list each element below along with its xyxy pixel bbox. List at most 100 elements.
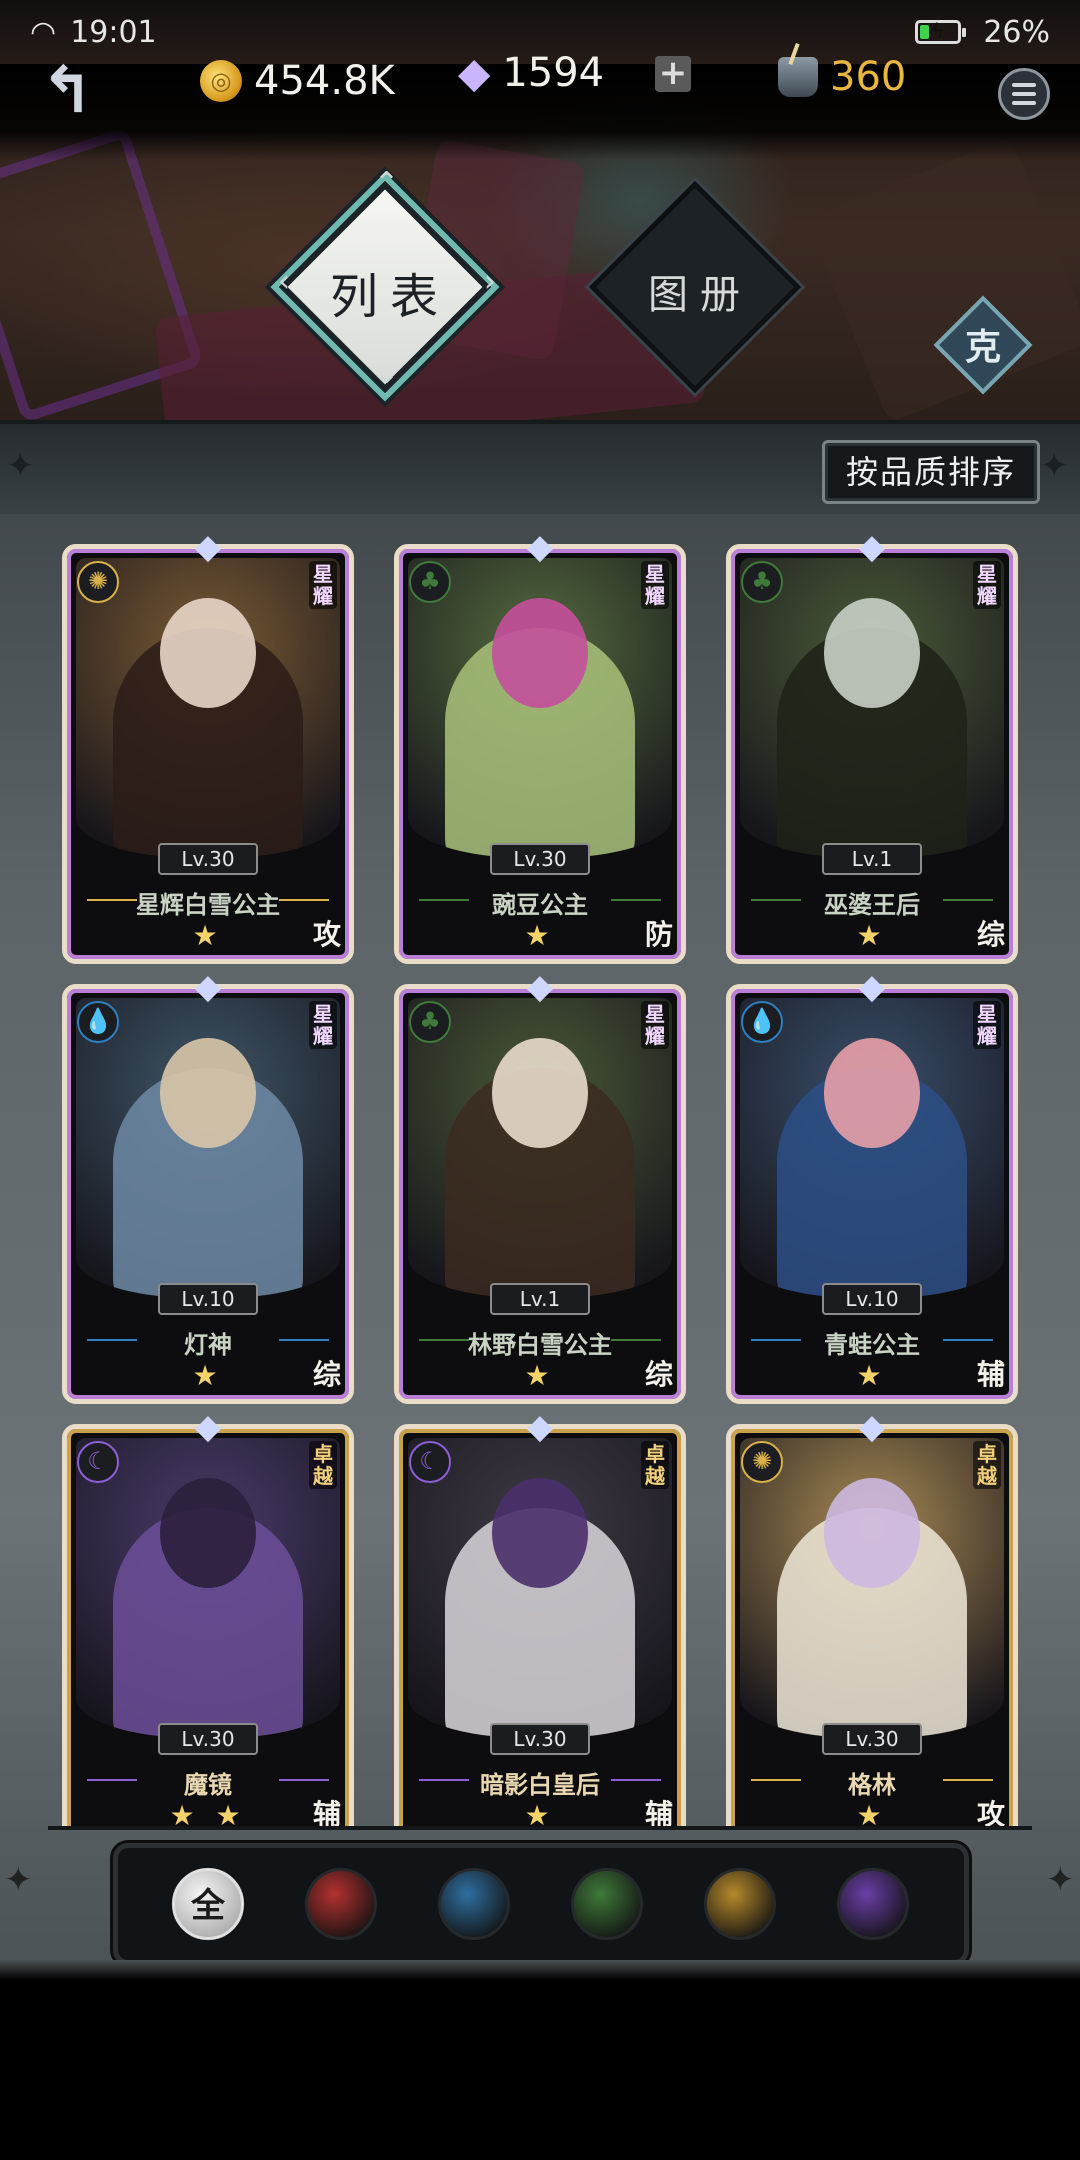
level-label: Lv.30 [158, 843, 258, 875]
character-head [824, 598, 920, 708]
star-rating: ★ [524, 1359, 556, 1392]
character-card[interactable]: ◆ ♣ 星耀 Lv.1 林野白雪公主 ★ 综 [394, 967, 686, 1404]
ink-bottle-icon [778, 57, 818, 97]
role-badge: 辅 [312, 1798, 341, 1828]
dark-element-icon: ☾ [77, 1441, 119, 1483]
nature-element-icon: ♣ [409, 1001, 451, 1043]
character-card[interactable]: ◆ 💧 星耀 Lv.10 青蛙公主 ★ 辅 [726, 967, 1018, 1404]
rank-badge: 卓越 [641, 1441, 669, 1489]
menu-line [1012, 83, 1036, 87]
corner-star-icon: ✦ [6, 446, 35, 486]
level-label: Lv.30 [822, 1723, 922, 1755]
character-portrait [408, 1438, 672, 1738]
role-badge: 综 [644, 1358, 673, 1391]
rank-badge: 星耀 [973, 561, 1001, 609]
chevron-down-icon: ⌄ [374, 356, 400, 391]
rank-badge: 卓越 [309, 1441, 337, 1489]
rarity-gem-icon: ◆ [194, 1407, 222, 1447]
character-head [160, 1478, 256, 1588]
back-arrow-icon[interactable]: ↰ [28, 56, 106, 126]
role-badge: 辅 [644, 1798, 673, 1828]
add-gems-button[interactable]: + [655, 56, 691, 92]
character-card[interactable]: ◆ ♣ 星耀 Lv.1 巫婆王后 ★ 综 [726, 527, 1018, 964]
character-name: 魔镜 [184, 1771, 232, 1799]
character-head [492, 1038, 588, 1148]
battery-fill [920, 25, 930, 39]
sort-by-quality-button[interactable]: 按品质排序 [822, 440, 1040, 504]
chevron-up-icon: ⌃ [374, 166, 400, 201]
character-name: 青蛙公主 [824, 1331, 920, 1359]
character-card[interactable]: ◆ ♣ 星耀 Lv.30 豌豆公主 ★ 防 [394, 527, 686, 964]
rarity-gem-icon: ◆ [526, 967, 554, 1007]
gold-counter: ◎ 454.8K [200, 58, 395, 104]
star-rating: ★ [192, 919, 224, 952]
level-label: Lv.1 [490, 1283, 590, 1315]
character-portrait [408, 998, 672, 1298]
all-filter-icon[interactable]: 全 [172, 1868, 244, 1940]
role-badge: 攻 [976, 1798, 1005, 1828]
fire-element-icon[interactable] [305, 1868, 377, 1940]
star-rating: ★ [524, 919, 556, 952]
character-name: 豌豆公主 [492, 891, 588, 919]
character-card[interactable]: ◆ 💧 星耀 Lv.10 灯神 ★ 综 [62, 967, 354, 1404]
character-head [492, 1478, 588, 1588]
corner-star-icon: ✦ [1046, 1860, 1075, 1900]
rarity-gem-icon: ◆ [858, 527, 886, 567]
light-element-icon[interactable] [704, 1868, 776, 1940]
ink-value: 360 [830, 54, 907, 100]
role-badge: 辅 [976, 1358, 1005, 1391]
rank-badge: 星耀 [309, 561, 337, 609]
rarity-gem-icon: ◆ [194, 967, 222, 1007]
battery-icon: ϟ [915, 19, 967, 44]
banner-deco-card [806, 136, 1080, 424]
character-portrait [740, 998, 1004, 1298]
tab-atlas-label[interactable]: 图册 [615, 262, 785, 320]
role-badge: 攻 [312, 918, 341, 951]
light-element-icon: ✺ [77, 561, 119, 603]
gold-coin-icon: ◎ [200, 60, 242, 102]
grid-bottom-edge [48, 1826, 1032, 1830]
character-name: 星辉白雪公主 [136, 891, 280, 919]
menu-line [1012, 92, 1036, 96]
ink-counter: 360 [778, 54, 906, 100]
star-rating: ★ [856, 1359, 888, 1392]
water-element-icon[interactable] [438, 1868, 510, 1940]
rarity-gem-icon: ◆ [858, 1407, 886, 1447]
character-card[interactable]: ◆ ✺ 星耀 Lv.30 星辉白雪公主 ★ 攻 [62, 527, 354, 964]
status-time: 19:01 [70, 14, 157, 50]
character-name: 林野白雪公主 [468, 1331, 612, 1359]
character-card[interactable]: ◆ ☾ 卓越 Lv.30 暗影白皇后 ★ 辅 [394, 1407, 686, 1828]
rank-badge: 星耀 [309, 1001, 337, 1049]
level-label: Lv.30 [490, 843, 590, 875]
nature-element-icon: ♣ [409, 561, 451, 603]
bottom-edge [0, 1960, 1080, 1980]
menu-button[interactable] [998, 68, 1050, 120]
character-card[interactable]: ◆ ✺ 卓越 Lv.30 格林 ★ 攻 [726, 1407, 1018, 1828]
character-head [160, 598, 256, 708]
character-portrait [408, 558, 672, 858]
rarity-gem-icon: ◆ [526, 1407, 554, 1447]
dark-element-icon[interactable] [837, 1868, 909, 1940]
character-portrait [76, 1438, 340, 1738]
counter-label[interactable]: 克 [948, 318, 1018, 370]
menu-line [1012, 101, 1036, 105]
rank-badge: 星耀 [641, 1001, 669, 1049]
rank-badge: 卓越 [973, 1441, 1001, 1489]
tab-list-label[interactable]: 列表 [305, 257, 475, 327]
character-head [160, 1038, 256, 1148]
character-card[interactable]: ◆ ☾ 卓越 Lv.30 魔镜 ★ ★ 辅 [62, 1407, 354, 1828]
battery-percent: 26% [983, 14, 1050, 50]
role-badge: 综 [312, 1358, 341, 1391]
card-grid: ◆ ✺ 星耀 Lv.30 星辉白雪公主 ★ 攻 ◆ ♣ 星耀 Lv.30 豌豆公… [0, 520, 1080, 1828]
character-portrait [76, 998, 340, 1298]
character-head [824, 1038, 920, 1148]
corner-star-icon: ✦ [1040, 446, 1069, 486]
role-badge: 综 [976, 918, 1005, 951]
level-label: Lv.10 [822, 1283, 922, 1315]
water-element-icon: 💧 [741, 1001, 783, 1043]
nature-element-icon[interactable] [571, 1868, 643, 1940]
wifi-icon: ◠ [30, 14, 57, 50]
character-portrait [76, 558, 340, 858]
level-label: Lv.1 [822, 843, 922, 875]
character-name: 灯神 [184, 1331, 232, 1359]
